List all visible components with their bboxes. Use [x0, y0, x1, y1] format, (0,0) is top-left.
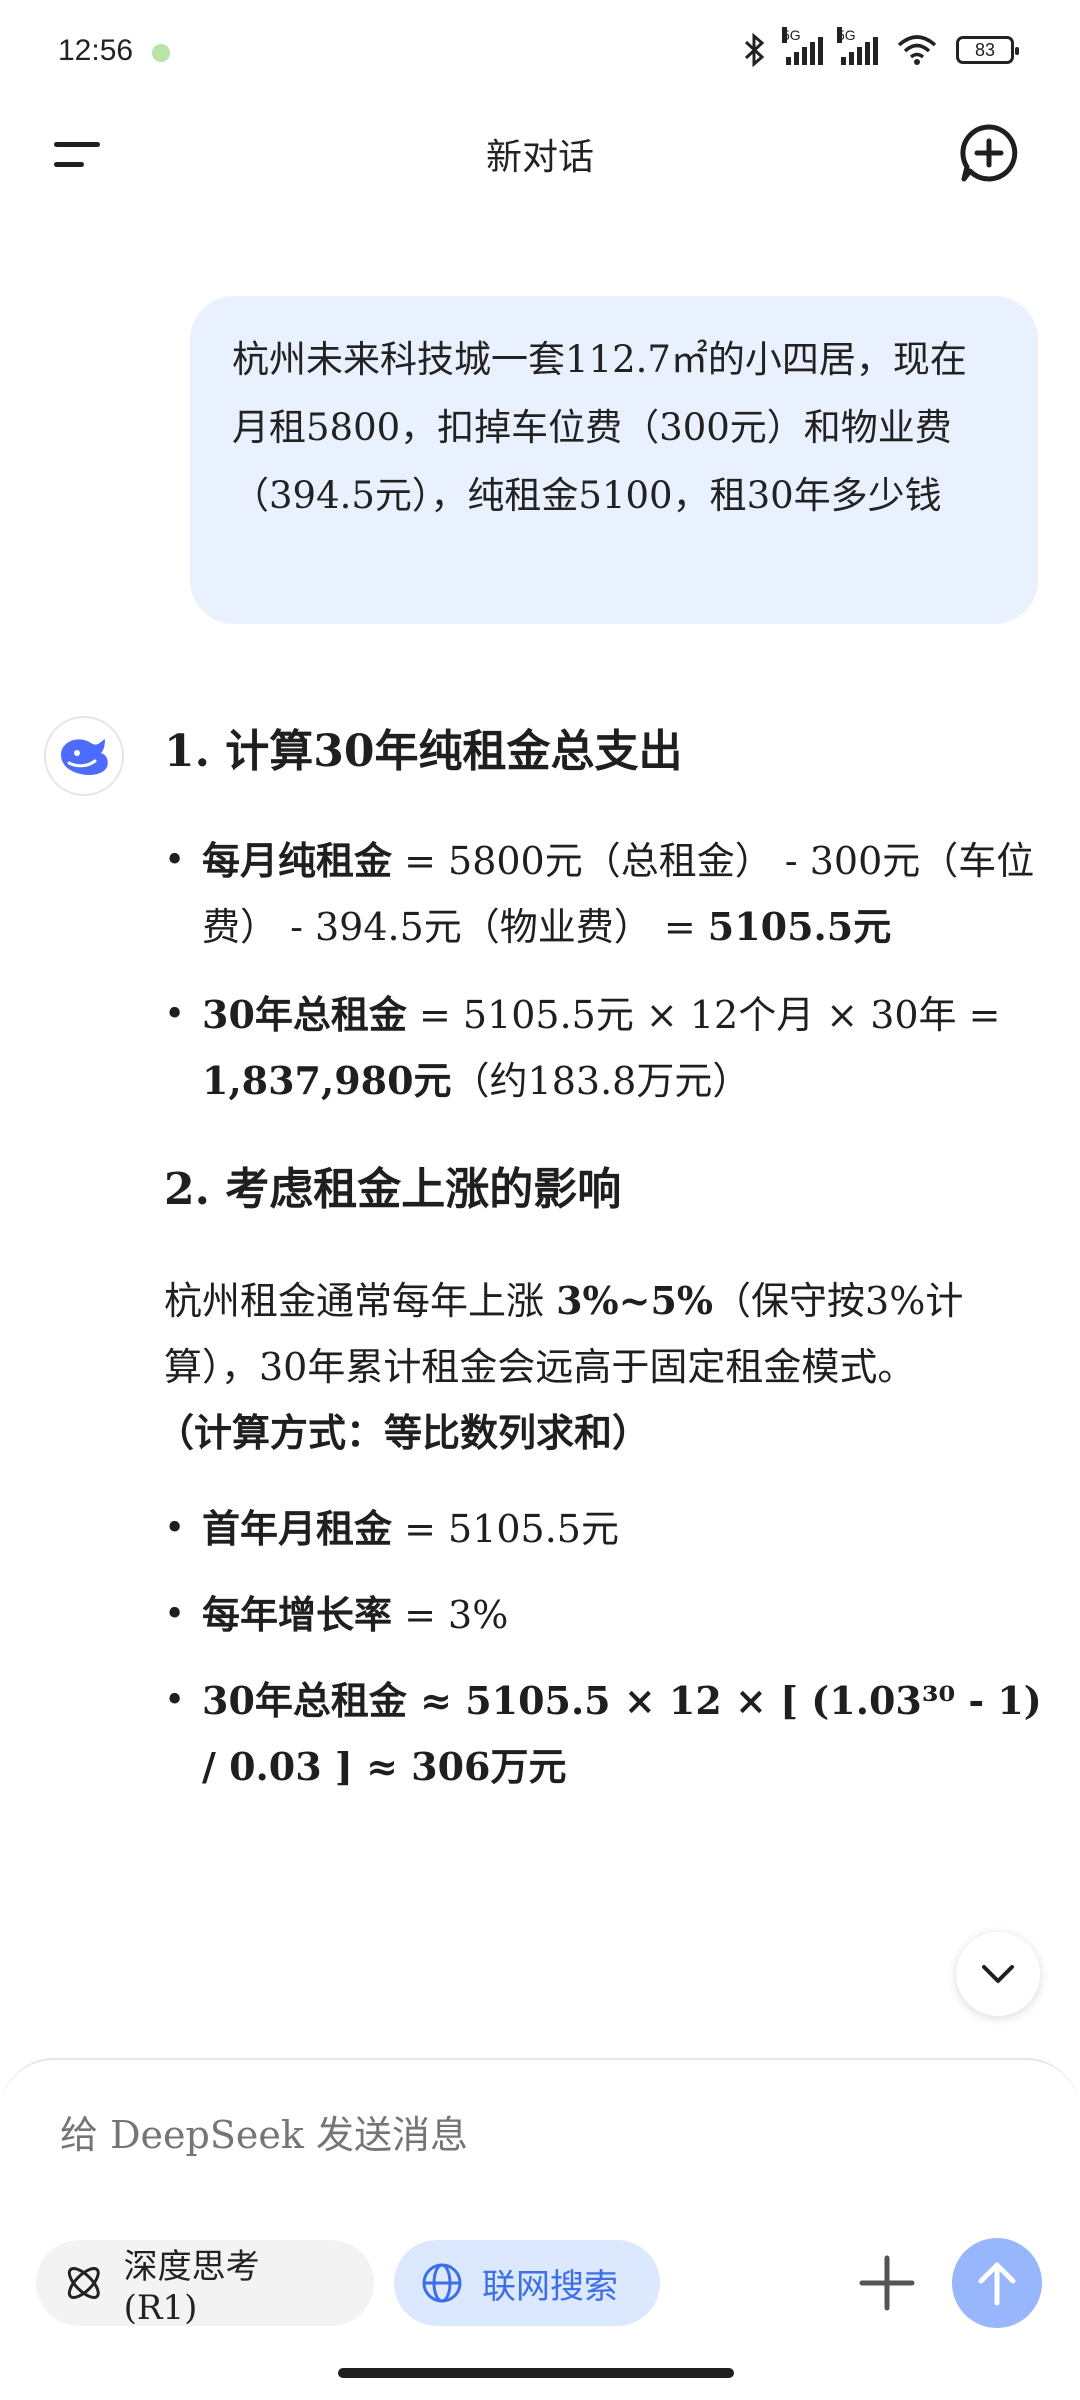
web-search-toggle[interactable]: 联网搜索 [394, 2240, 660, 2326]
status-bar: 12:56 5G 5G 83 [0, 0, 1080, 100]
send-button[interactable] [952, 2238, 1042, 2328]
whale-logo-icon [61, 739, 108, 775]
new-chat-icon[interactable] [958, 122, 1020, 184]
message-input[interactable] [58, 2112, 962, 2158]
bullet-list-1: 每月纯租金 = 5800元（总租金） - 300元（车位费） - 394.5元（… [164, 828, 1044, 1114]
battery-icon: 83 [956, 36, 1019, 64]
chevron-down-icon [982, 1965, 1014, 1983]
scroll-to-bottom-button[interactable] [956, 1932, 1040, 2016]
section-heading-1: 1. 计算30年纯租金总支出 [164, 726, 683, 777]
page-title: 新对话 [485, 137, 594, 178]
list-item: 首年月租金 = 5105.5元 [164, 1496, 1044, 1562]
notification-dot-icon [152, 44, 170, 62]
composer: 深度思考 (R1) 联网搜索 [0, 2058, 1080, 2400]
battery-level: 83 [974, 39, 996, 60]
user-message-bubble[interactable]: 杭州未来科技城一套112.7㎡的小四居，现在月租5800，扣掉车位费（300元）… [190, 296, 1038, 624]
status-icons: 5G 5G 83 [742, 27, 1019, 68]
user-message-text: 杭州未来科技城一套112.7㎡的小四居，现在月租5800，扣掉车位费（300元）… [232, 338, 967, 517]
home-indicator [338, 2368, 734, 2378]
globe-icon [422, 2263, 462, 2303]
bluetooth-icon [744, 32, 765, 68]
signal-icon-1: 5G [782, 27, 823, 65]
arrow-up-icon [978, 2262, 1016, 2306]
list-item: 30年总租金 = 5105.5元 × 12个月 × 30年 = 1,837,98… [164, 982, 1044, 1114]
deep-think-label: 深度思考 (R1) [123, 2246, 260, 2328]
atom-icon [67, 2267, 100, 2299]
add-attachment-icon[interactable] [854, 2250, 920, 2316]
app-header: 新对话 [0, 100, 1080, 210]
web-search-label: 联网搜索 [482, 2266, 618, 2307]
bullet-list-2: 首年月租金 = 5105.5元 每年增长率 = 3% 30年总租金 ≈ 5105… [164, 1496, 1044, 1800]
method-note: （计算方式：等比数列求和） [156, 1410, 651, 1455]
network-type-1: 5G [782, 27, 801, 43]
paragraph: 杭州租金通常每年上涨 3%~5%（保守按3%计算），30年累计租金会远高于固定租… [164, 1278, 964, 1389]
signal-icon-2: 5G [837, 27, 878, 65]
section-heading-2: 2. 考虑租金上涨的影响 [164, 1164, 622, 1215]
deepseek-avatar [44, 716, 124, 796]
network-type-2: 5G [837, 27, 856, 43]
wifi-icon [897, 35, 937, 65]
deep-think-toggle[interactable]: 深度思考 (R1) [36, 2240, 374, 2328]
list-item: 每年增长率 = 3% [164, 1582, 1044, 1648]
list-item: 30年总租金 ≈ 5105.5 × 12 × [ (1.03³⁰ - 1) / … [164, 1668, 1044, 1800]
assistant-answer: 1. 计算30年纯租金总支出 每月纯租金 = 5800元（总租金） - 300元… [156, 720, 1044, 1800]
status-time: 12:56 [58, 34, 134, 67]
list-item: 每月纯租金 = 5800元（总租金） - 300元（车位费） - 394.5元（… [164, 828, 1044, 960]
